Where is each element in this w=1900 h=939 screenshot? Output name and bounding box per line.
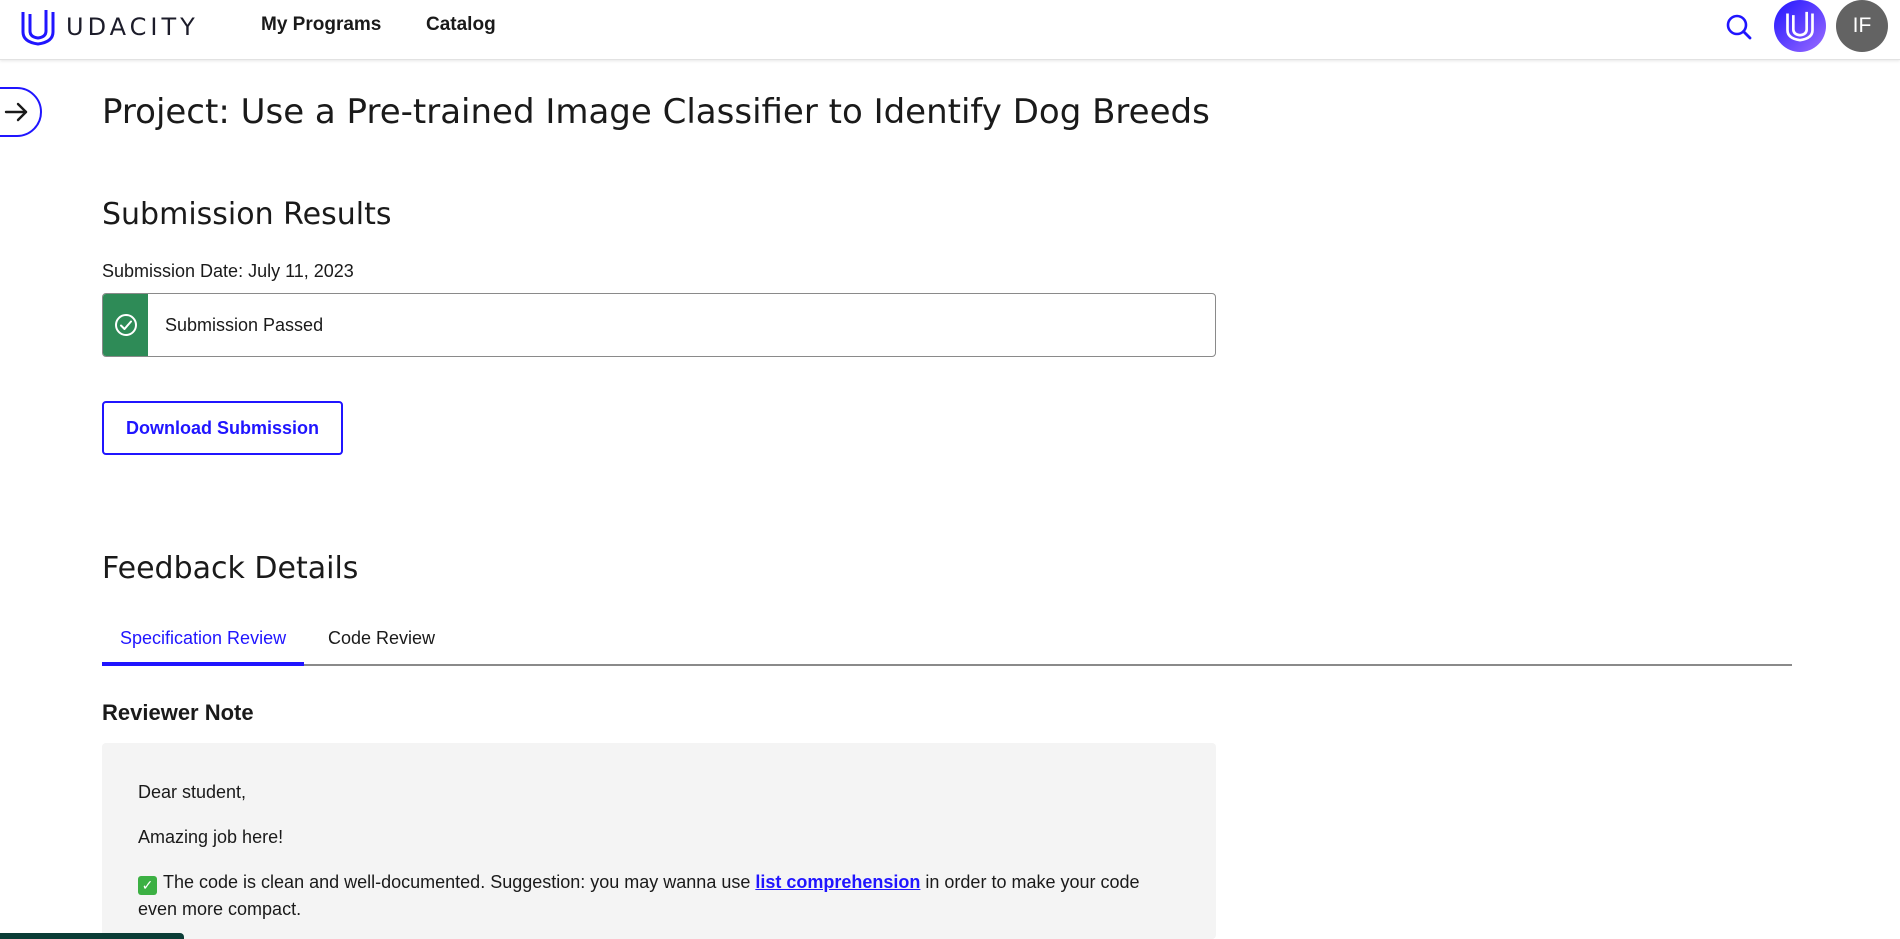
sidebar-toggle-button[interactable]: [0, 87, 42, 137]
check-circle-icon: [114, 314, 137, 336]
udacity-account-avatar[interactable]: [1774, 0, 1826, 52]
submission-date: Submission Date: July 11, 2023: [102, 261, 354, 281]
list-comprehension-link[interactable]: list comprehension: [755, 872, 920, 892]
tab-specification-review[interactable]: Specification Review: [102, 618, 305, 666]
udacity-logo-icon: [1786, 11, 1814, 42]
feedback-tabs: Specification Review Code Review: [102, 618, 1792, 666]
submission-status-banner: Submission Passed: [102, 293, 1216, 357]
bottom-status-bar: [0, 933, 184, 939]
user-avatar[interactable]: IF: [1836, 0, 1888, 52]
check-mark-emoji-icon: ✓: [138, 876, 157, 895]
tab-code-review[interactable]: Code Review: [310, 618, 453, 666]
note-line-2: ✓ The code is clean and well-documented. …: [138, 869, 1180, 923]
nav-my-programs[interactable]: My Programs: [261, 14, 381, 36]
reviewer-note-box: Dear student, Amazing job here! ✓ The cod…: [102, 743, 1216, 939]
nav-catalog[interactable]: Catalog: [426, 14, 496, 36]
search-icon[interactable]: [1725, 13, 1753, 45]
arrow-right-icon: [4, 102, 28, 122]
udacity-logo[interactable]: UDACITY: [20, 8, 199, 46]
note-greeting: Dear student,: [138, 782, 247, 802]
logo-text: UDACITY: [66, 13, 199, 41]
status-strip: [103, 294, 148, 356]
udacity-logo-icon: [21, 10, 55, 46]
note-line-1: Amazing job here!: [138, 827, 284, 847]
download-submission-button[interactable]: Download Submission: [102, 401, 343, 455]
submission-results-heading: Submission Results: [102, 197, 392, 232]
page-title: Project: Use a Pre-trained Image Classif…: [102, 92, 1210, 132]
reviewer-note-heading: Reviewer Note: [102, 700, 254, 725]
note-line-2-text: The code is clean and well-documented. S…: [163, 872, 756, 892]
feedback-details-heading: Feedback Details: [102, 551, 359, 586]
submission-status-text: Submission Passed: [165, 314, 324, 335]
top-navigation-bar: UDACITY My Programs Catalog IF: [0, 0, 1900, 60]
